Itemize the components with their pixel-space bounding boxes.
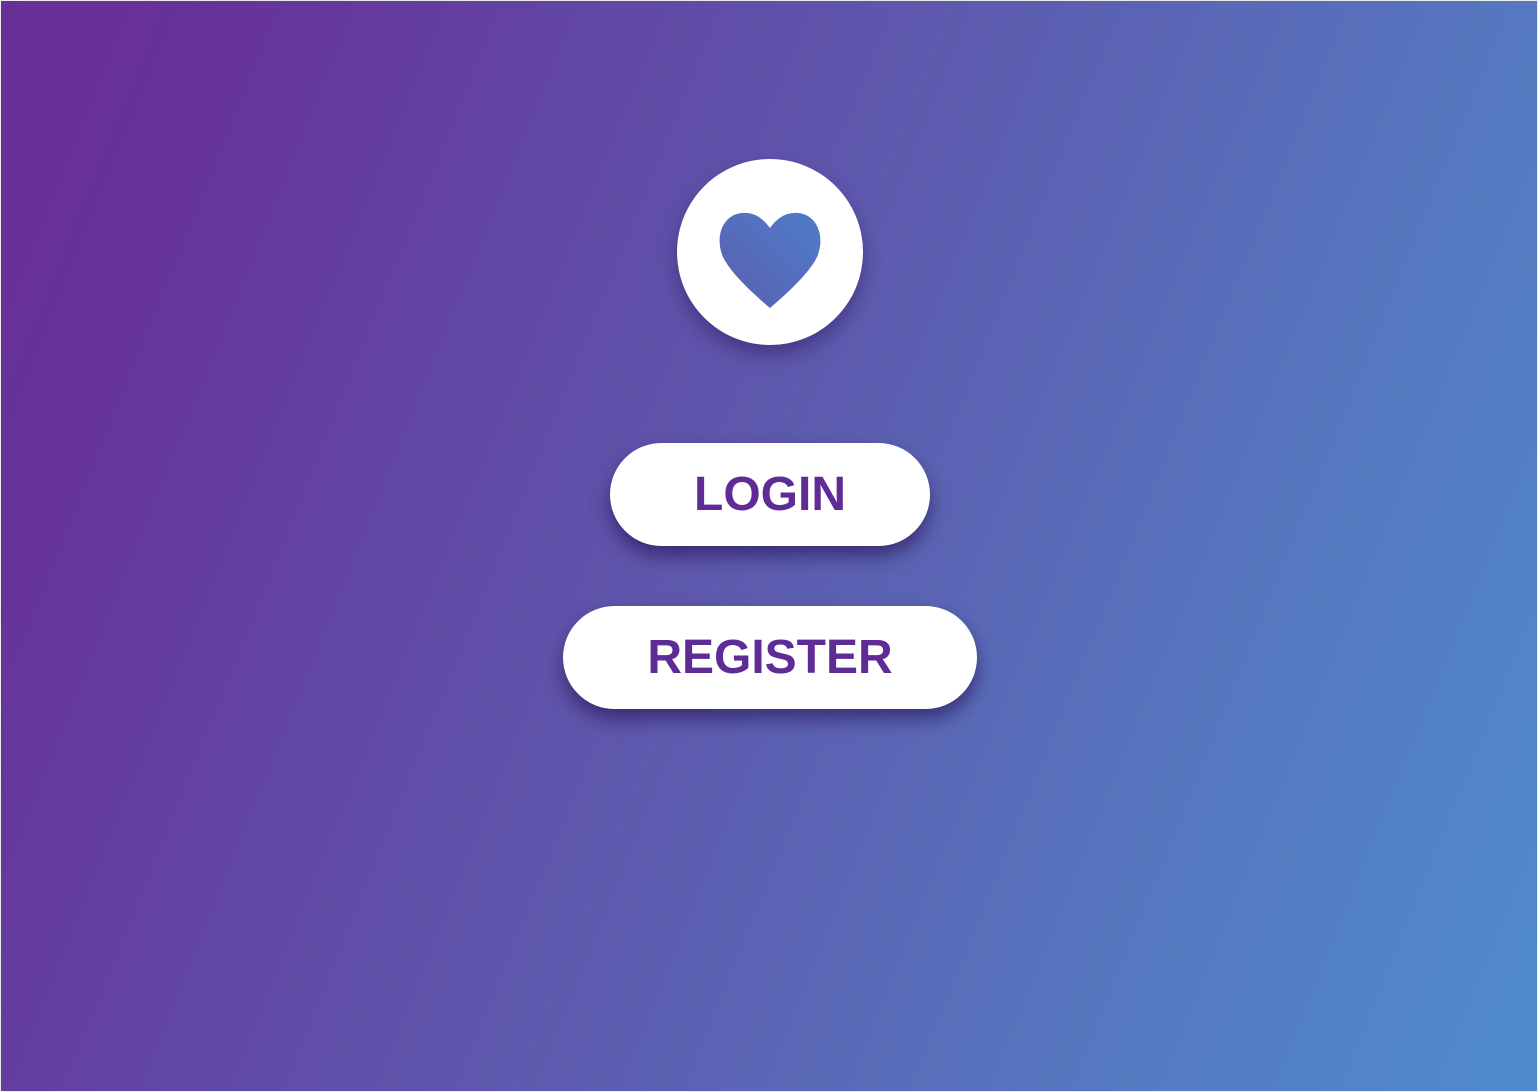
- login-button-label: LOGIN: [694, 467, 846, 521]
- register-button-label: REGISTER: [647, 630, 893, 684]
- heart-icon: [719, 212, 821, 308]
- welcome-screen: LOGIN REGISTER: [0, 0, 1538, 1092]
- register-button[interactable]: REGISTER: [563, 606, 977, 709]
- login-button[interactable]: LOGIN: [610, 443, 930, 546]
